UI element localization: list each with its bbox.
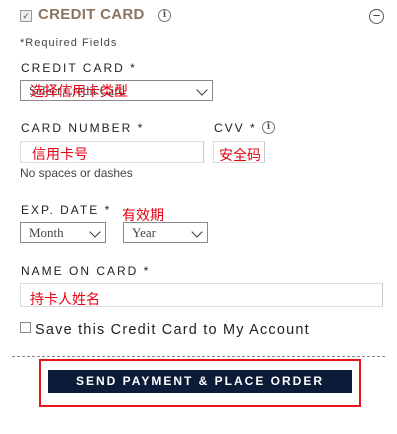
exp-month-value: Month <box>29 225 64 240</box>
chevron-down-icon <box>196 84 208 96</box>
save-card-row[interactable]: Save this Credit Card to My Account <box>20 322 310 338</box>
exp-year-select[interactable]: Year <box>123 222 208 243</box>
exp-month-select[interactable]: Month <box>20 222 106 243</box>
section-title: CREDIT CARD <box>38 6 145 23</box>
credit-card-section-checkbox[interactable]: ✓ <box>20 10 32 22</box>
chevron-down-icon <box>89 226 101 238</box>
save-card-checkbox[interactable] <box>20 322 31 333</box>
card-number-annotation: 信用卡号 <box>32 147 88 163</box>
card-number-label: CARD NUMBER * <box>21 121 145 135</box>
name-on-card-label: NAME ON CARD * <box>21 264 151 278</box>
cvv-label: CVV * <box>214 121 257 135</box>
exp-date-label: EXP. DATE * <box>21 203 112 217</box>
credit-card-type-annotation: 选择信用卡类型 <box>30 84 128 100</box>
info-icon[interactable]: i <box>158 9 171 22</box>
collapse-icon[interactable]: − <box>369 9 384 24</box>
credit-card-label: CREDIT CARD * <box>21 61 137 75</box>
name-on-card-annotation: 持卡人姓名 <box>30 292 100 308</box>
card-number-hint: No spaces or dashes <box>20 166 133 180</box>
send-payment-button[interactable]: SEND PAYMENT & PLACE ORDER <box>48 370 352 393</box>
required-fields-note: *Required Fields <box>20 37 118 49</box>
divider <box>12 356 385 357</box>
cvv-annotation: 安全码 <box>219 148 261 164</box>
cvv-info-icon[interactable]: i <box>262 121 275 134</box>
exp-year-value: Year <box>132 225 156 240</box>
chevron-down-icon <box>191 226 203 238</box>
save-card-label: Save this Credit Card to My Account <box>35 322 310 338</box>
